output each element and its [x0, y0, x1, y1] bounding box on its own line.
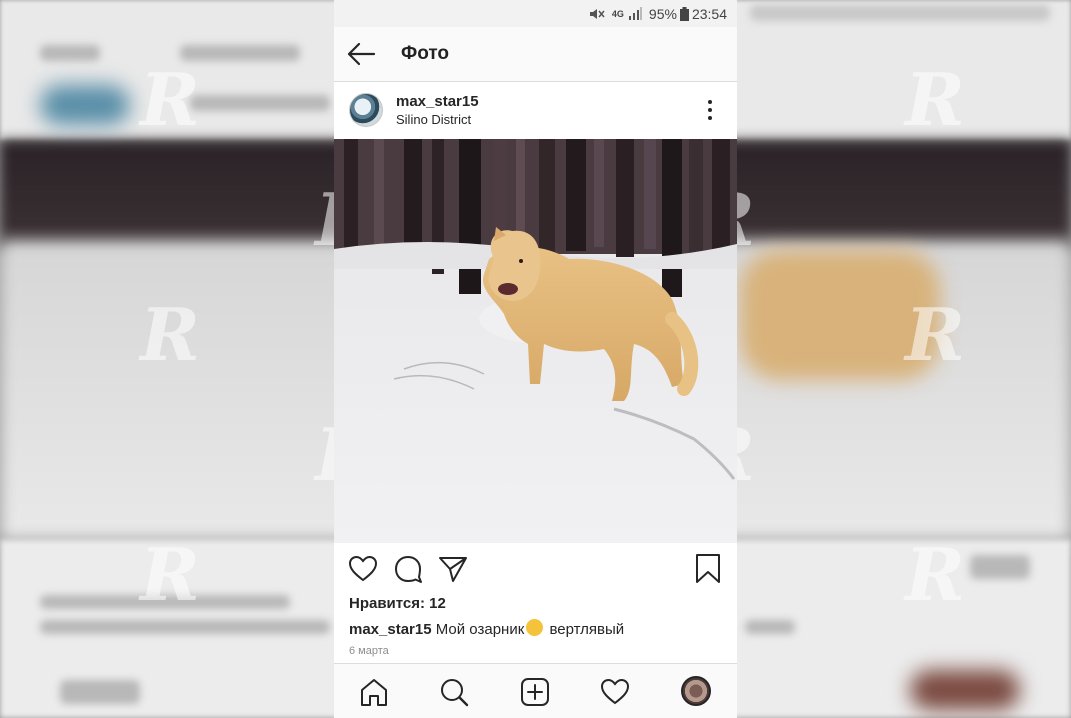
battery-icon [679, 6, 689, 21]
mute-icon [589, 8, 605, 19]
bottom-nav [334, 663, 737, 718]
post-caption: max_star15 Мой озарник вертлявый [349, 619, 624, 638]
status-bar: 4G 95% 23:54 [334, 0, 737, 27]
home-icon[interactable] [358, 676, 390, 708]
bookmark-icon[interactable] [692, 553, 724, 585]
activity-heart-icon[interactable] [599, 676, 631, 708]
avatar[interactable] [349, 93, 383, 127]
post-actions [334, 543, 737, 593]
watermark-logo: R [140, 292, 200, 377]
comment-icon[interactable] [392, 553, 424, 585]
clock: 23:54 [691, 5, 727, 22]
heart-icon[interactable] [347, 553, 379, 585]
battery-percent: 95% [648, 5, 677, 22]
watermark-logo: R [905, 57, 965, 142]
post-date: 6 марта [349, 645, 389, 657]
signal-icon [628, 7, 642, 20]
back-arrow-icon[interactable] [346, 39, 376, 69]
page-title: Фото [401, 43, 450, 64]
network-type: 4G [611, 8, 624, 19]
watermark-logo: R [140, 532, 200, 617]
more-options-icon[interactable] [700, 99, 720, 121]
post-header: max_star15 Silino District [334, 82, 737, 139]
post-photo[interactable] [334, 139, 737, 543]
caption-text: Мой озарник [435, 621, 525, 638]
share-icon[interactable] [437, 553, 469, 585]
search-icon[interactable] [438, 676, 470, 708]
likes-count[interactable]: Нравится: 12 [349, 595, 446, 612]
post-username[interactable]: max_star15 [396, 93, 479, 110]
post-location[interactable]: Silino District [396, 112, 471, 127]
top-bar: Фото [334, 27, 737, 82]
add-post-icon[interactable] [519, 676, 551, 708]
caption-username[interactable]: max_star15 [349, 621, 432, 638]
hugging-face-emoji-icon [526, 619, 544, 636]
watermark-logo: R [905, 532, 965, 617]
profile-avatar-icon[interactable] [681, 676, 711, 706]
phone-screen: 4G 95% 23:54 Фото max_star15 Silino Dist… [334, 0, 737, 718]
watermark-logo: R [140, 57, 200, 142]
caption-text-end: вертлявый [549, 621, 625, 638]
watermark-logo: R [905, 292, 965, 377]
